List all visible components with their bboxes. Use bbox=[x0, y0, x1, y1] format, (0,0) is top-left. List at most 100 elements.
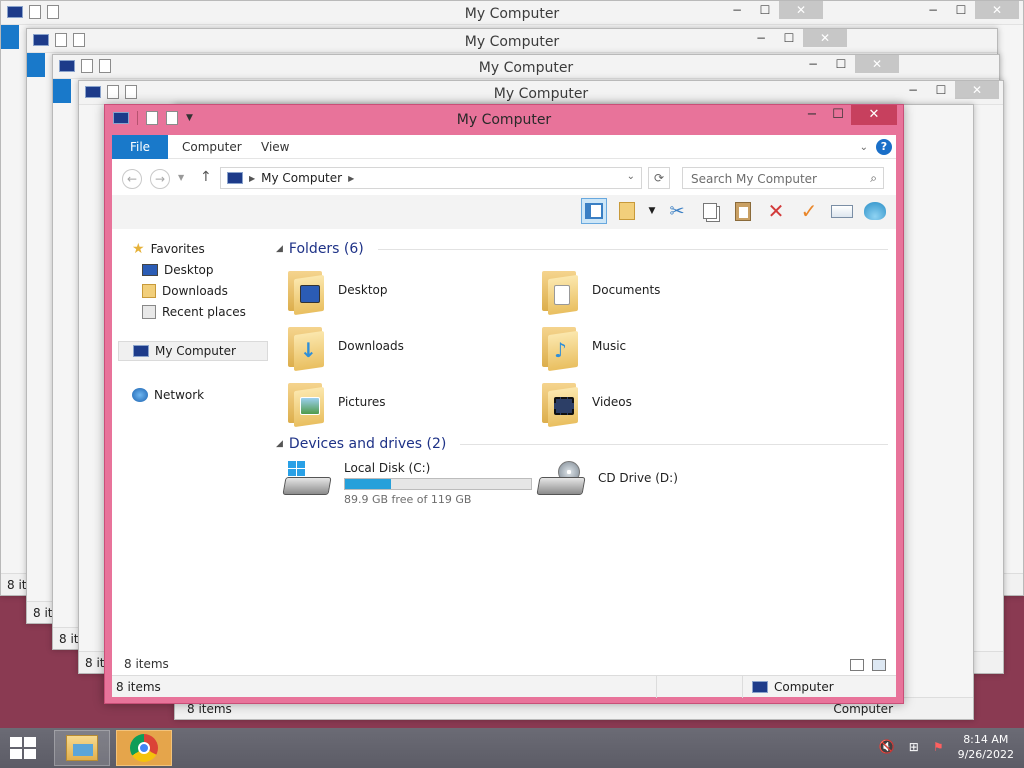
folder-label: Downloads bbox=[338, 339, 404, 353]
downloads-icon bbox=[142, 284, 156, 298]
close-button[interactable]: ✕ bbox=[779, 1, 823, 19]
nav-label: Downloads bbox=[162, 284, 228, 298]
windows-logo-icon bbox=[10, 749, 22, 759]
rename-icon[interactable]: ✓ bbox=[796, 198, 822, 224]
chevron-right-icon[interactable]: ▶ bbox=[348, 174, 354, 183]
nav-recent-places[interactable]: Recent places bbox=[142, 302, 246, 322]
preview-pane-icon[interactable] bbox=[581, 198, 607, 224]
group-title: Folders (6) bbox=[288, 241, 364, 257]
nav-desktop[interactable]: Desktop bbox=[142, 260, 214, 280]
delete-icon[interactable]: ✕ bbox=[763, 198, 789, 224]
view-switcher bbox=[850, 659, 886, 671]
taskbar-file-explorer[interactable] bbox=[54, 730, 110, 766]
action-center-icon[interactable]: ⚑ bbox=[933, 740, 944, 754]
disk-usage-bar bbox=[344, 478, 532, 490]
collapse-icon[interactable]: ◢ bbox=[276, 439, 283, 449]
minimize-button[interactable]: − bbox=[919, 1, 947, 19]
clock[interactable]: 8:14 AM 9/26/2022 bbox=[958, 732, 1014, 762]
close-button[interactable]: ✕ bbox=[851, 105, 897, 125]
drives-group-header[interactable]: ◢ Devices and drives (2) bbox=[276, 436, 888, 452]
minimize-button[interactable]: − bbox=[799, 105, 825, 125]
chevron-down-icon[interactable]: ▼ bbox=[647, 198, 657, 224]
toolbar: ▼ ✂ ✕ ✓ bbox=[112, 195, 896, 229]
taskbar-chrome[interactable] bbox=[116, 730, 172, 766]
folder-documents[interactable]: Documents bbox=[540, 267, 660, 316]
folder-desktop[interactable]: Desktop bbox=[286, 267, 388, 316]
nav-my-computer[interactable]: My Computer bbox=[118, 341, 268, 361]
nav-downloads[interactable]: Downloads bbox=[142, 281, 228, 301]
search-input[interactable]: Search My Computer ⌕ bbox=[682, 167, 884, 189]
pictures-folder-icon bbox=[286, 379, 324, 428]
explorer-window[interactable]: ▼ My Computer − ☐ ✕ File Computer View ⌄… bbox=[104, 104, 904, 704]
maximize-button[interactable]: ☐ bbox=[827, 55, 855, 73]
bg-titlebar[interactable]: My Computer − ☐ ✕ bbox=[53, 55, 999, 79]
chevron-down-icon[interactable]: ⌄ bbox=[627, 171, 635, 182]
music-folder-icon: ♪ bbox=[540, 323, 578, 372]
documents-folder-icon bbox=[540, 267, 578, 316]
chevron-right-icon[interactable]: ▶ bbox=[249, 174, 255, 183]
folders-group-header[interactable]: ◢ Folders (6) bbox=[276, 241, 888, 257]
recent-locations-icon[interactable]: ▼ bbox=[178, 173, 184, 182]
maximize-button[interactable]: ☐ bbox=[927, 81, 955, 99]
bg-items: 8 items bbox=[187, 702, 232, 716]
copy-icon[interactable] bbox=[697, 198, 723, 224]
maximize-button[interactable]: ☐ bbox=[947, 1, 975, 19]
maximize-button[interactable]: ☐ bbox=[775, 29, 803, 47]
drive-cd-d[interactable]: CD Drive (D:) bbox=[536, 461, 678, 497]
paste-icon[interactable] bbox=[730, 198, 756, 224]
bg-file-tab[interactable] bbox=[53, 79, 71, 103]
bg-titlebar[interactable]: My Computer − ☐ ✕ − ☐ ✕ bbox=[1, 1, 1023, 25]
close-button[interactable]: ✕ bbox=[975, 1, 1019, 19]
drive-label: Local Disk (C:) bbox=[344, 461, 431, 475]
volume-muted-icon[interactable]: 🔇 bbox=[879, 740, 895, 755]
folder-music[interactable]: ♪ Music bbox=[540, 323, 627, 372]
up-button[interactable]: ↑ bbox=[200, 169, 212, 185]
bg-file-tab[interactable] bbox=[27, 53, 45, 77]
ribbon-tabs: File Computer View ⌄ ? bbox=[112, 135, 896, 159]
tab-view[interactable]: View bbox=[261, 135, 289, 159]
expand-ribbon-icon[interactable]: ⌄ bbox=[860, 142, 868, 153]
address-bar[interactable]: ▶ My Computer ▶ ⌄ bbox=[220, 167, 642, 189]
properties-icon[interactable] bbox=[614, 198, 640, 224]
minimize-button[interactable]: − bbox=[723, 1, 751, 19]
large-icons-view-icon[interactable] bbox=[872, 659, 886, 671]
minimize-button[interactable]: − bbox=[799, 55, 827, 73]
title-bar[interactable]: ▼ My Computer − ☐ ✕ bbox=[105, 105, 903, 135]
folder-videos[interactable]: Videos bbox=[540, 379, 632, 428]
close-button[interactable]: ✕ bbox=[955, 81, 999, 99]
hard-drive-icon bbox=[282, 461, 332, 497]
start-button[interactable] bbox=[10, 737, 38, 759]
tab-file[interactable]: File bbox=[112, 135, 168, 159]
tab-computer[interactable]: Computer bbox=[182, 135, 242, 159]
folder-pictures[interactable]: Pictures bbox=[286, 379, 386, 428]
bg-file-tab[interactable] bbox=[1, 25, 19, 49]
bg-titlebar[interactable]: My Computer − ☐ ✕ bbox=[27, 29, 997, 53]
help-icon[interactable]: ? bbox=[876, 139, 892, 155]
breadcrumb-my-computer[interactable]: My Computer bbox=[261, 171, 342, 185]
search-icon[interactable]: ⌕ bbox=[870, 171, 877, 186]
nav-label: Favorites bbox=[150, 242, 205, 256]
nav-network[interactable]: Network bbox=[132, 385, 204, 405]
bg-location: Computer bbox=[833, 702, 893, 716]
maximize-button[interactable]: ☐ bbox=[751, 1, 779, 19]
drive-local-disk-c[interactable]: Local Disk (C:) 89.9 GB free of 119 GB bbox=[282, 461, 532, 506]
minimize-button[interactable]: − bbox=[747, 29, 775, 47]
details-view-icon[interactable] bbox=[850, 659, 864, 671]
folder-downloads[interactable]: ↓ Downloads bbox=[286, 323, 404, 372]
minimize-button[interactable]: − bbox=[899, 81, 927, 99]
close-button[interactable]: ✕ bbox=[855, 55, 899, 73]
forward-button[interactable]: → bbox=[150, 169, 170, 189]
folder-label: Music bbox=[592, 339, 627, 353]
network-icon[interactable]: ⊞ bbox=[909, 740, 919, 754]
nav-favorites[interactable]: ★ Favorites bbox=[132, 239, 205, 259]
refresh-button[interactable]: ⟳ bbox=[648, 167, 670, 189]
bg-titlebar[interactable]: My Computer − ☐ ✕ bbox=[79, 81, 1003, 105]
maximize-button[interactable]: ☐ bbox=[825, 105, 851, 125]
close-button[interactable]: ✕ bbox=[803, 29, 847, 47]
back-button[interactable]: ← bbox=[122, 169, 142, 189]
collapse-icon[interactable]: ◢ bbox=[276, 244, 283, 254]
shell-icon[interactable] bbox=[862, 198, 888, 224]
drive-icon[interactable] bbox=[829, 198, 855, 224]
cut-icon[interactable]: ✂ bbox=[664, 198, 690, 224]
status-location-label: Computer bbox=[774, 680, 834, 694]
